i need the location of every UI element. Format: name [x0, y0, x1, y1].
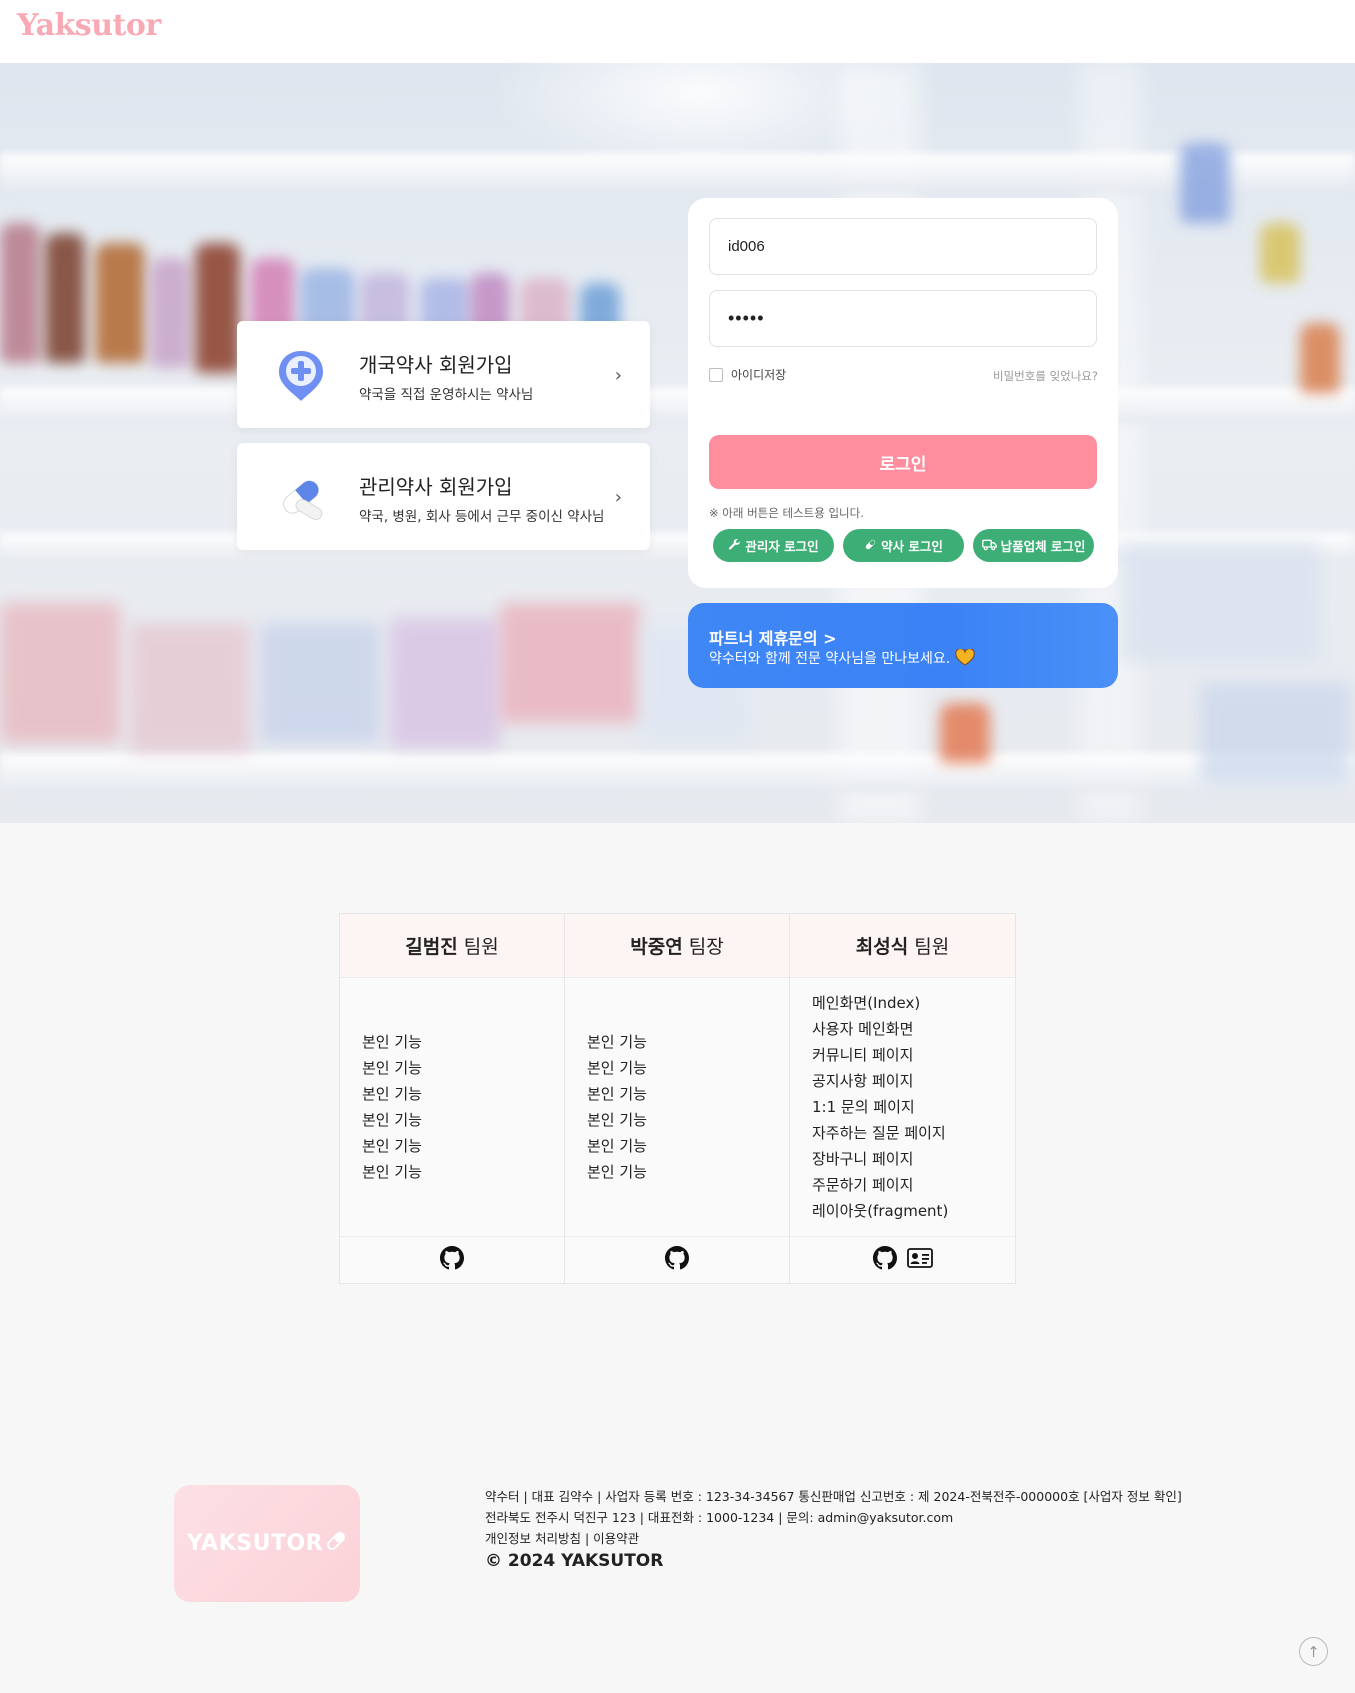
footer-policy-links[interactable]: 개인정보 처리방침 | 이용약관: [485, 1528, 1182, 1549]
forgot-password-link[interactable]: 비밀번호를 잊었나요?: [993, 368, 1098, 384]
truck-icon: [981, 538, 997, 554]
list-item: 본인 기능: [362, 1085, 422, 1103]
partner-inquiry-banner[interactable]: 파트너 제휴문의 > 약수터와 함께 전문 약사님을 만나보세요.: [688, 603, 1118, 688]
site-header: Yaksutor: [0, 0, 1355, 63]
footer-company-line: 약수터 | 대표 김약수 | 사업자 등록 번호 : 123-34-34567 …: [485, 1489, 1182, 1504]
member-links: [790, 1236, 1015, 1283]
list-item: 본인 기능: [587, 1033, 647, 1051]
list-item: 본인 기능: [587, 1085, 647, 1103]
list-item: 본인 기능: [587, 1137, 647, 1155]
member-role: 팀원: [914, 936, 950, 958]
member-name: 길범진: [405, 936, 458, 958]
remember-id-checkbox[interactable]: [709, 367, 723, 382]
github-icon[interactable]: [440, 1246, 464, 1274]
site-logo[interactable]: Yaksutor: [17, 8, 161, 43]
list-item: 메인화면(Index): [812, 994, 921, 1012]
list-item: 공지사항 페이지: [812, 1072, 914, 1090]
signup-card-title: 관리약사 회원가입: [359, 475, 513, 499]
login-form: 아이디저장 비밀번호를 잊었나요? 로그인 ※ 아래 버튼은 테스트용 입니다.…: [688, 198, 1118, 588]
test-note: ※ 아래 버튼은 테스트용 입니다.: [709, 506, 864, 520]
member-role: 팀장: [688, 936, 724, 958]
footer-info: 약수터 | 대표 김약수 | 사업자 등록 번호 : 123-34-34567 …: [485, 1486, 1182, 1549]
partner-subtitle: 약수터와 함께 전문 약사님을 만나보세요.: [709, 648, 975, 670]
heart-hands-icon: [955, 648, 975, 670]
remember-id-label: 아이디저장: [731, 368, 787, 382]
arrow-up-icon: ↑: [1307, 1642, 1320, 1661]
hero-section: [0, 63, 1355, 823]
member-name: 박중연: [630, 936, 683, 958]
signup-card-subtitle: 약국, 병원, 회사 등에서 근무 중이신 약사님: [359, 509, 605, 525]
pharmacist-login-button[interactable]: 약사 로그인: [843, 529, 964, 562]
team-member-header: 길범진 팀원: [340, 914, 564, 978]
member-role: 팀원: [463, 936, 499, 958]
wrench-icon: [728, 538, 741, 554]
admin-login-label: 관리자 로그인: [745, 539, 819, 554]
partner-title: 파트너 제휴문의 >: [709, 629, 837, 648]
pill-icon: [325, 1530, 347, 1558]
list-item: 본인 기능: [362, 1059, 422, 1077]
capsule-icon: [275, 469, 327, 525]
team-member-column: 길범진 팀원 본인 기능 본인 기능 본인 기능 본인 기능 본인 기능 본인 …: [340, 914, 565, 1283]
team-table: 길범진 팀원 본인 기능 본인 기능 본인 기능 본인 기능 본인 기능 본인 …: [339, 913, 1016, 1284]
list-item: 본인 기능: [587, 1163, 647, 1181]
pharmacy-plus-pin-icon: [275, 347, 327, 403]
id-card-icon[interactable]: [906, 1248, 933, 1272]
list-item: 장바구니 페이지: [812, 1150, 914, 1168]
list-item: 본인 기능: [362, 1163, 422, 1181]
pill-icon: [864, 538, 877, 554]
member-feature-list: 본인 기능 본인 기능 본인 기능 본인 기능 본인 기능 본인 기능: [362, 1029, 422, 1185]
id-input[interactable]: [709, 218, 1097, 275]
signup-card-title: 개국약사 회원가입: [359, 353, 513, 377]
member-links: [565, 1236, 789, 1283]
copyright: © 2024 YAKSUTOR: [485, 1551, 664, 1571]
member-name: 최성식: [855, 936, 909, 958]
list-item: 레이아웃(fragment): [812, 1202, 949, 1220]
list-item: 자주하는 질문 페이지: [812, 1124, 946, 1142]
member-links: [340, 1236, 564, 1283]
managing-pharmacist-signup-card[interactable]: 관리약사 회원가입 약국, 병원, 회사 등에서 근무 중이신 약사님 ›: [237, 443, 650, 550]
scroll-to-top-button[interactable]: ↑: [1299, 1637, 1328, 1666]
list-item: 본인 기능: [362, 1111, 422, 1129]
github-icon[interactable]: [665, 1246, 689, 1274]
team-member-header: 박중연 팀장: [565, 914, 789, 978]
list-item: 사용자 메인화면: [812, 1020, 914, 1038]
list-item: 본인 기능: [362, 1033, 422, 1051]
chevron-right-icon: ›: [614, 365, 622, 386]
pharmacist-login-label: 약사 로그인: [881, 539, 943, 554]
list-item: 주문하기 페이지: [812, 1176, 914, 1194]
supplier-login-label: 납품업체 로그인: [1000, 539, 1086, 554]
list-item: 본인 기능: [587, 1059, 647, 1077]
team-member-header: 최성식 팀원: [790, 914, 1015, 978]
team-member-column: 박중연 팀장 본인 기능 본인 기능 본인 기능 본인 기능 본인 기능 본인 …: [565, 914, 790, 1283]
remember-id[interactable]: 아이디저장: [709, 366, 786, 383]
signup-card-subtitle: 약국을 직접 운영하시는 약사님: [359, 387, 534, 403]
list-item: 1:1 문의 페이지: [812, 1098, 915, 1116]
list-item: 본인 기능: [362, 1137, 422, 1155]
footer-address-line: 전라북도 전주시 덕진구 123 | 대표전화 : 1000-1234 | 문의…: [485, 1510, 954, 1525]
footer-logo-text: YAKSUTOR: [186, 1531, 324, 1556]
login-button[interactable]: 로그인: [709, 435, 1097, 489]
chevron-right-icon: ›: [614, 487, 622, 508]
admin-login-button[interactable]: 관리자 로그인: [713, 529, 834, 562]
supplier-login-button[interactable]: 납품업체 로그인: [973, 529, 1094, 562]
member-feature-list: 본인 기능 본인 기능 본인 기능 본인 기능 본인 기능 본인 기능: [587, 1029, 647, 1185]
team-member-column: 최성식 팀원 메인화면(Index) 사용자 메인화면 커뮤니티 페이지 공지사…: [790, 914, 1015, 1283]
list-item: 본인 기능: [587, 1111, 647, 1129]
footer-logo: YAKSUTOR: [174, 1485, 360, 1602]
list-item: 커뮤니티 페이지: [812, 1046, 914, 1064]
password-input[interactable]: [709, 290, 1097, 347]
member-feature-list: 메인화면(Index) 사용자 메인화면 커뮤니티 페이지 공지사항 페이지 1…: [812, 990, 948, 1224]
owner-pharmacist-signup-card[interactable]: 개국약사 회원가입 약국을 직접 운영하시는 약사님 ›: [237, 321, 650, 428]
github-icon[interactable]: [872, 1246, 897, 1274]
